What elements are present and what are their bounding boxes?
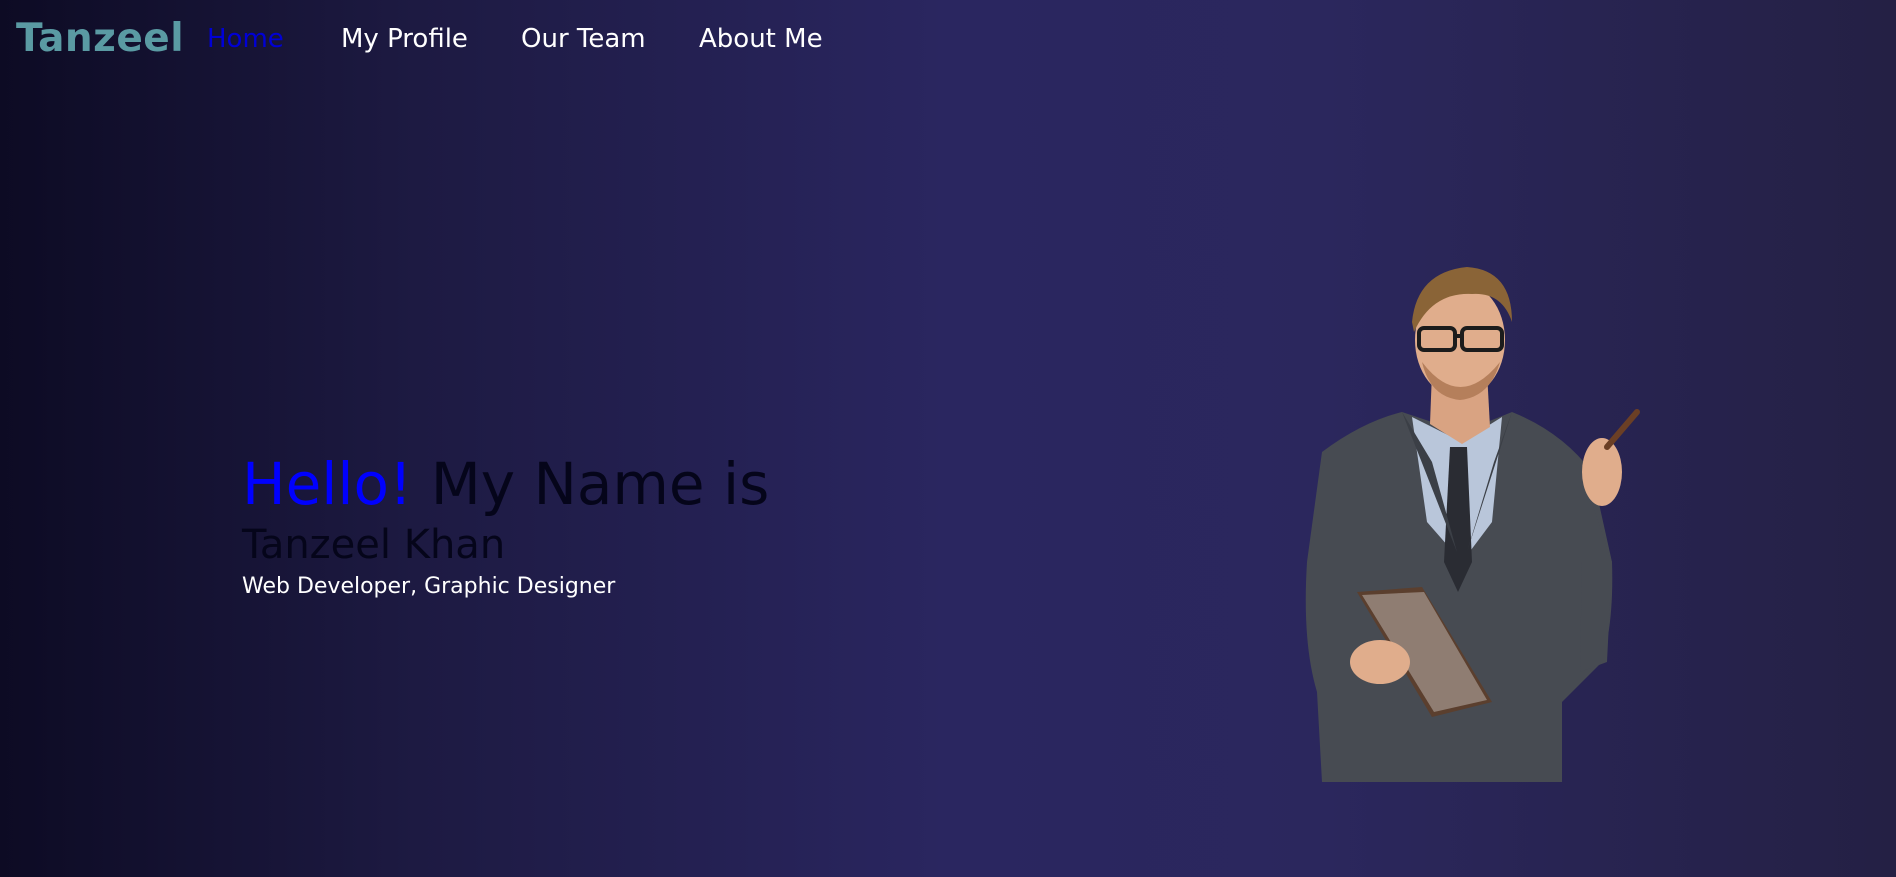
hero-role: Web Developer, Graphic Designer xyxy=(242,574,616,599)
hero-text: Hello! My Name is Tanzeel Khan Web Devel… xyxy=(242,448,769,604)
nav-link-about-me[interactable]: About Me xyxy=(699,24,823,54)
intro-text: My Name is xyxy=(430,450,770,518)
navbar: Tanzeel Home My Profile Our Team About M… xyxy=(0,0,1896,80)
hello-text: Hello! xyxy=(242,450,413,518)
hero-name: Tanzeel Khan xyxy=(242,522,506,568)
nav-link-my-profile[interactable]: My Profile xyxy=(341,24,468,54)
nav-link-home[interactable]: Home xyxy=(207,24,284,54)
nav-link-our-team[interactable]: Our Team xyxy=(521,24,646,54)
businessman-portrait-image xyxy=(1305,267,1640,782)
hero-heading: Hello! My Name is xyxy=(242,448,769,520)
brand-logo[interactable]: Tanzeel xyxy=(16,16,184,61)
